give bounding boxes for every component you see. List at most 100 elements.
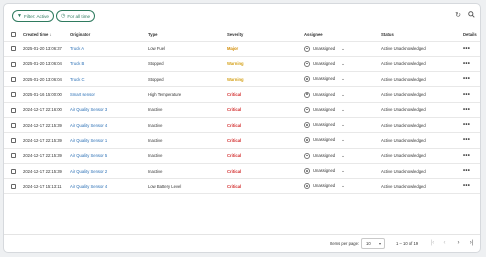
more-options-icon[interactable]: ••• xyxy=(463,46,470,52)
chevron-down-icon[interactable]: ⌄ xyxy=(341,168,345,174)
chevron-down-icon[interactable]: ⌄ xyxy=(341,137,345,143)
row-select-cell[interactable] xyxy=(4,178,23,195)
originator-link[interactable]: Air Quality Sensor 2 xyxy=(70,163,148,180)
row-checkbox[interactable] xyxy=(11,138,16,144)
row-select-cell[interactable] xyxy=(4,102,23,118)
prev-page-icon[interactable]: ‹ xyxy=(440,239,449,248)
more-options-icon[interactable]: ••• xyxy=(463,168,470,174)
table-row[interactable]: 2025-01-16 15:00:00 Smart sensor High Te… xyxy=(4,86,480,103)
row-checkbox[interactable] xyxy=(11,107,16,113)
type-cell: Inactive xyxy=(148,117,227,134)
column-type[interactable]: Type xyxy=(148,29,227,42)
details-cell[interactable]: ••• xyxy=(463,117,480,134)
table-row[interactable]: 2025-01-20 13:06:37 Truck A Low Fuel Maj… xyxy=(4,41,480,57)
chevron-down-icon[interactable]: ⌄ xyxy=(341,92,345,98)
row-select-cell[interactable] xyxy=(4,56,23,73)
originator-link[interactable]: Air Quality Sensor 1 xyxy=(70,132,148,149)
row-checkbox[interactable] xyxy=(11,184,16,190)
row-checkbox[interactable] xyxy=(11,76,16,82)
chevron-down-icon[interactable]: ⌄ xyxy=(341,183,345,189)
row-select-cell[interactable] xyxy=(4,148,23,164)
next-page-icon[interactable]: › xyxy=(454,239,463,248)
details-cell[interactable]: ••• xyxy=(463,86,480,103)
more-options-icon[interactable]: ••• xyxy=(463,137,470,143)
row-checkbox[interactable] xyxy=(11,46,16,52)
assignee-cell[interactable]: Unassigned ⌄ xyxy=(304,132,381,149)
first-page-icon[interactable]: |‹ xyxy=(428,239,437,248)
table-row[interactable]: 2025-01-20 13:06:04 Truck B Stopped Warn… xyxy=(4,56,480,73)
column-severity[interactable]: Severity xyxy=(227,29,304,42)
table-row[interactable]: 2024-12-17 15:13:11 Air Quality Sensor 4… xyxy=(4,178,480,195)
originator-link[interactable]: Smart sensor xyxy=(70,86,148,103)
row-select-cell[interactable] xyxy=(4,163,23,180)
more-options-icon[interactable]: ••• xyxy=(463,92,470,98)
column-originator[interactable]: Originator xyxy=(70,29,148,42)
more-options-icon[interactable]: ••• xyxy=(463,153,470,159)
chevron-down-icon[interactable]: ⌄ xyxy=(341,46,345,52)
filter-chip[interactable]: ▼ Filter: Active xyxy=(12,10,54,22)
assignee-cell[interactable]: Unassigned ⌄ xyxy=(304,102,381,118)
chevron-down-icon[interactable]: ⌄ xyxy=(341,61,345,67)
row-select-cell[interactable] xyxy=(4,132,23,149)
search-glyph xyxy=(467,11,475,18)
more-options-icon[interactable]: ••• xyxy=(463,183,470,189)
chevron-down-icon[interactable]: ⌄ xyxy=(341,107,345,113)
row-checkbox[interactable] xyxy=(11,168,16,174)
page-size-select[interactable]: 10 ▾ xyxy=(361,238,385,249)
chevron-down-icon[interactable]: ⌄ xyxy=(341,76,345,82)
row-checkbox[interactable] xyxy=(11,122,16,128)
row-select-cell[interactable] xyxy=(4,71,23,88)
select-all-cell[interactable] xyxy=(4,29,23,42)
details-cell[interactable]: ••• xyxy=(463,71,480,88)
more-options-icon[interactable]: ••• xyxy=(463,76,470,82)
row-checkbox[interactable] xyxy=(11,61,16,67)
more-options-icon[interactable]: ••• xyxy=(463,107,470,113)
details-cell[interactable]: ••• xyxy=(463,132,480,149)
column-created-time[interactable]: Created time ↓ xyxy=(23,29,70,42)
row-checkbox[interactable] xyxy=(11,153,16,159)
details-cell[interactable]: ••• xyxy=(463,178,480,195)
assignee-cell[interactable]: Unassigned ⌄ xyxy=(304,148,381,164)
table-row[interactable]: 2024-12-17 22:15:39 Air Quality Sensor 1… xyxy=(4,132,480,149)
details-cell[interactable]: ••• xyxy=(463,163,480,180)
last-page-icon[interactable]: ›| xyxy=(467,239,476,248)
originator-link[interactable]: Truck B xyxy=(70,56,148,73)
chevron-down-icon[interactable]: ⌄ xyxy=(341,153,345,159)
row-select-cell[interactable] xyxy=(4,86,23,103)
row-checkbox[interactable] xyxy=(11,92,16,98)
assignee-cell[interactable]: Unassigned ⌄ xyxy=(304,71,381,88)
details-cell[interactable]: ••• xyxy=(463,41,480,57)
time-chip[interactable]: ◷ For all time xyxy=(56,10,96,22)
column-assignee[interactable]: Assignee xyxy=(304,29,381,42)
table-row[interactable]: 2024-12-17 22:15:39 Air Quality Sensor 2… xyxy=(4,163,480,180)
row-select-cell[interactable] xyxy=(4,41,23,57)
column-status[interactable]: Status xyxy=(381,29,463,42)
assignee-cell[interactable]: Unassigned ⌄ xyxy=(304,163,381,180)
details-cell[interactable]: ••• xyxy=(463,148,480,164)
more-options-icon[interactable]: ••• xyxy=(463,122,470,128)
assignee-cell[interactable]: Unassigned ⌄ xyxy=(304,178,381,195)
assignee-cell[interactable]: Unassigned ⌄ xyxy=(304,86,381,103)
assignee-cell[interactable]: Unassigned ⌄ xyxy=(304,41,381,57)
chevron-down-icon[interactable]: ⌄ xyxy=(341,122,345,128)
assignee-cell[interactable]: Unassigned ⌄ xyxy=(304,117,381,134)
table-row[interactable]: 2025-01-20 13:06:04 Truck C Stopped Warn… xyxy=(4,71,480,88)
originator-link[interactable]: Truck A xyxy=(70,41,148,57)
details-cell[interactable]: ••• xyxy=(463,56,480,73)
details-cell[interactable]: ••• xyxy=(463,102,480,118)
originator-link[interactable]: Air Quality Sensor 5 xyxy=(70,148,148,164)
search-icon[interactable] xyxy=(466,11,476,21)
select-all-checkbox[interactable] xyxy=(11,32,16,38)
assignee-cell[interactable]: Unassigned ⌄ xyxy=(304,56,381,73)
table-row[interactable]: 2024-12-17 22:15:39 Air Quality Sensor 5… xyxy=(4,148,480,164)
originator-link[interactable]: Air Quality Sensor 4 xyxy=(70,117,148,134)
originator-link[interactable]: Air Quality Sensor 4 xyxy=(70,178,148,195)
originator-link[interactable]: Truck C xyxy=(70,71,148,88)
row-select-cell[interactable] xyxy=(4,117,23,134)
originator-link[interactable]: Air Quality Sensor 3 xyxy=(70,102,148,118)
refresh-icon[interactable]: ↻ xyxy=(453,11,463,21)
table-row[interactable]: 2024-12-17 22:16:00 Air Quality Sensor 3… xyxy=(4,102,480,118)
table-row[interactable]: 2024-12-17 22:15:39 Air Quality Sensor 4… xyxy=(4,117,480,134)
assignee-label: Unassigned xyxy=(313,168,336,174)
more-options-icon[interactable]: ••• xyxy=(463,61,470,67)
